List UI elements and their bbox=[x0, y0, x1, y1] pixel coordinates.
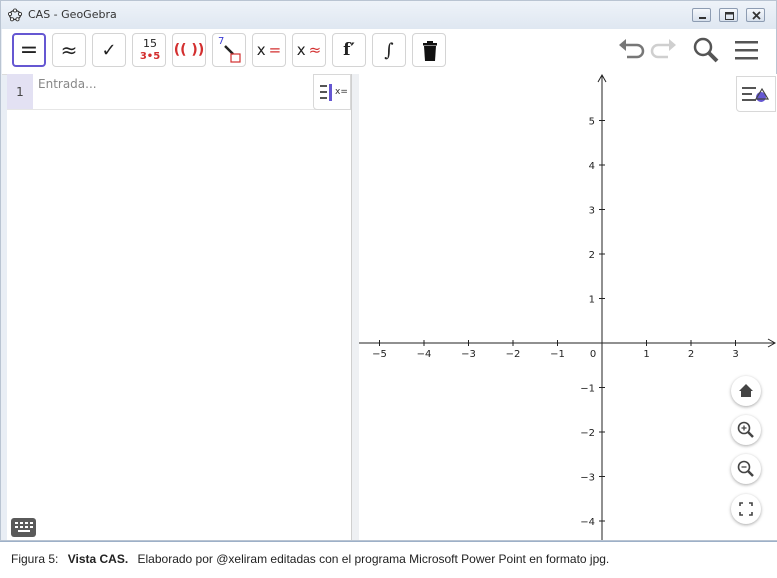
minimize-button[interactable] bbox=[692, 8, 711, 22]
y-tick-label: −3 bbox=[580, 473, 595, 484]
substitute-icon bbox=[224, 45, 241, 63]
x-tick-label: −3 bbox=[461, 349, 476, 360]
evaluate-button[interactable]: = bbox=[12, 33, 46, 67]
graphics-style-icon bbox=[742, 87, 770, 102]
title-bar: CAS - GeoGebra bbox=[1, 1, 776, 29]
expand-label: (( )) bbox=[173, 42, 205, 58]
maximize-button[interactable] bbox=[719, 8, 738, 22]
hamburger-menu-icon bbox=[735, 41, 758, 60]
x-tick-label: 3 bbox=[732, 349, 738, 360]
geogebra-logo-icon bbox=[8, 8, 22, 22]
solve-button[interactable]: x = bbox=[252, 33, 286, 67]
x-tick-label: 1 bbox=[643, 349, 649, 360]
virtual-keyboard-button[interactable] bbox=[11, 518, 36, 537]
keyboard-icon bbox=[15, 522, 33, 532]
undo-icon bbox=[619, 39, 645, 59]
y-tick-label: 5 bbox=[589, 117, 595, 128]
row-divider bbox=[7, 109, 351, 110]
y-tick-label: −1 bbox=[580, 384, 595, 395]
cas-row-number: 1 bbox=[7, 74, 33, 109]
evaluate-label: = bbox=[19, 37, 39, 63]
solve-x-label: x bbox=[256, 41, 266, 59]
figure-caption: Figura 5: Vista CAS. Elaborado por @xeli… bbox=[0, 541, 777, 578]
delete-button[interactable] bbox=[412, 33, 446, 67]
figure-description: Elaborado por @xeliram editadas con el p… bbox=[137, 552, 610, 566]
coordinate-axes: −5 −4 −3 −2 −1 0 1 2 3 5 4 3 2 1 −1 −2 −3 −4 bbox=[359, 74, 777, 540]
y-tick-label: 3 bbox=[589, 206, 595, 217]
x-tick-label: −1 bbox=[550, 349, 565, 360]
factor-bottom-label: 3•5 bbox=[139, 51, 161, 62]
redo-icon bbox=[650, 39, 676, 59]
cas-style-label: x= bbox=[335, 87, 348, 97]
cas-view: 1 Entrada... x= bbox=[7, 74, 352, 540]
zoom-in-button[interactable] bbox=[731, 415, 761, 445]
view-splitter[interactable] bbox=[352, 74, 359, 540]
redo-button[interactable] bbox=[648, 35, 680, 65]
trash-icon bbox=[423, 41, 437, 61]
cas-input-cell[interactable]: Entrada... bbox=[33, 74, 313, 110]
keep-input-button[interactable]: ✓ bbox=[92, 33, 126, 67]
minimize-icon bbox=[699, 17, 706, 19]
derivative-label: f′ bbox=[343, 40, 355, 60]
y-tick-label: 1 bbox=[589, 295, 595, 306]
y-tick-label: −2 bbox=[580, 428, 595, 439]
nsolve-button[interactable]: x ≈ bbox=[292, 33, 326, 67]
cas-toolbar: = ≈ ✓ 15 3•5 (( )) 7 x = x ≈ f′ ∫ bbox=[2, 29, 776, 75]
nsolve-eq-label: ≈ bbox=[308, 41, 322, 59]
integral-label: ∫ bbox=[384, 39, 394, 61]
x-tick-label: 2 bbox=[688, 349, 694, 360]
geogebra-window: CAS - GeoGebra = ≈ ✓ 15 3•5 (( )) 7 x = … bbox=[0, 0, 777, 541]
numeric-label: ≈ bbox=[60, 38, 78, 62]
x-tick-label: −4 bbox=[417, 349, 432, 360]
check-icon: ✓ bbox=[101, 39, 117, 61]
integral-button[interactable]: ∫ bbox=[372, 33, 406, 67]
substitute-button[interactable]: 7 bbox=[212, 33, 246, 67]
menu-button[interactable] bbox=[730, 35, 762, 65]
maximize-icon bbox=[725, 12, 734, 20]
graphics-view[interactable]: −5 −4 −3 −2 −1 0 1 2 3 5 4 3 2 1 −1 −2 −3 −4 bbox=[359, 74, 777, 540]
home-icon bbox=[739, 384, 753, 397]
y-tick-label: −4 bbox=[580, 517, 595, 528]
factor-button[interactable]: 15 3•5 bbox=[132, 33, 166, 67]
window-title: CAS - GeoGebra bbox=[28, 8, 117, 21]
fullscreen-button[interactable] bbox=[731, 494, 761, 524]
zoom-out-button[interactable] bbox=[731, 454, 761, 484]
y-tick-label: 4 bbox=[589, 161, 595, 172]
solve-eq-label: = bbox=[268, 41, 282, 59]
numeric-button[interactable]: ≈ bbox=[52, 33, 86, 67]
search-button[interactable] bbox=[690, 35, 722, 65]
figure-label: Figura 5: bbox=[11, 552, 59, 566]
zoom-out-icon bbox=[737, 460, 754, 477]
figure-title: Vista CAS. bbox=[67, 552, 129, 566]
x-tick-label: 0 bbox=[590, 349, 596, 360]
x-tick-label: −2 bbox=[506, 349, 521, 360]
derivative-button[interactable]: f′ bbox=[332, 33, 366, 67]
search-icon bbox=[693, 37, 719, 63]
zoom-in-icon bbox=[737, 421, 754, 438]
undo-button[interactable] bbox=[615, 35, 647, 65]
expand-button[interactable]: (( )) bbox=[172, 33, 206, 67]
fullscreen-icon bbox=[739, 502, 753, 516]
graphics-style-bar-toggle[interactable] bbox=[736, 76, 776, 112]
nsolve-x-label: x bbox=[296, 41, 306, 59]
y-tick-label: 2 bbox=[589, 250, 595, 261]
x-tick-label: −5 bbox=[372, 349, 387, 360]
close-button[interactable] bbox=[746, 8, 765, 22]
cas-input-placeholder: Entrada... bbox=[38, 77, 97, 91]
factor-top-label: 15 bbox=[143, 37, 157, 50]
cas-style-bar-toggle[interactable]: x= bbox=[313, 74, 351, 110]
close-icon bbox=[752, 11, 761, 20]
home-button[interactable] bbox=[731, 376, 761, 406]
